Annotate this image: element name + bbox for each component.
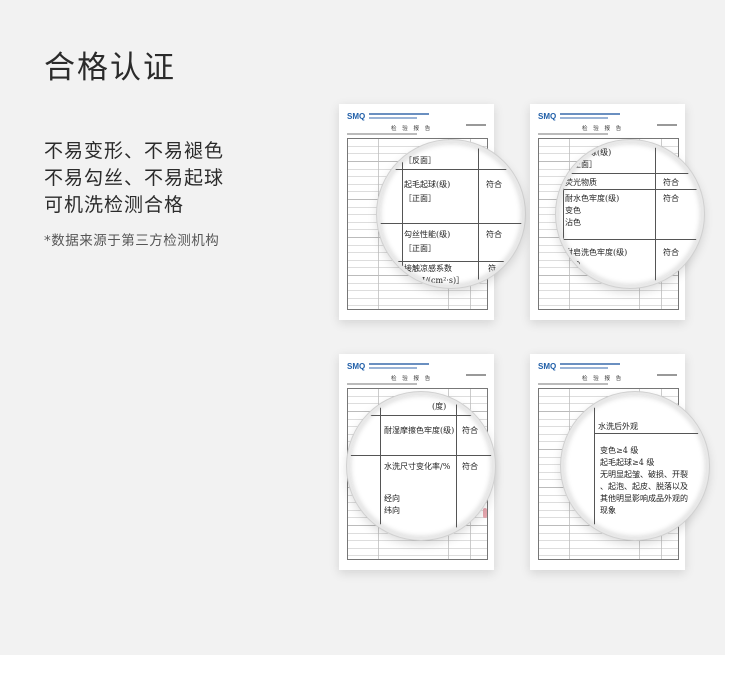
smq-logo: SMQ — [347, 112, 366, 121]
feature-list: 不易变形、不易褪色 不易勾丝、不易起球 可机洗检测合格 — [44, 138, 224, 219]
lens-text: 沾色 — [565, 218, 581, 227]
feature-line: 不易变形、不易褪色 — [44, 140, 225, 162]
lens-text: (度) — [432, 402, 447, 411]
magnifier-lens-2: 起毛起球(级) ［正面］ 荧光物质 符合 耐水色牢度(级) 变色 沾色 符合 耐… — [556, 140, 704, 288]
lens-result: 符合 — [462, 426, 478, 435]
report-header: SMQ — [347, 362, 487, 374]
lens-text: 现象 — [600, 506, 616, 515]
lens-text: 起毛起球(级) — [404, 180, 451, 189]
feature-line: 可机洗检测合格 — [44, 194, 185, 216]
lens-text: 耐皂洗色牢度(级) — [565, 248, 628, 257]
source-note: *数据来源于第三方检测机构 — [44, 233, 220, 249]
lens-text: ［正面］ — [404, 194, 436, 203]
report-title: 检 验 报 告 — [391, 126, 433, 132]
lens-text: 变色 — [565, 206, 581, 215]
lens-text: ［正面］ — [404, 244, 436, 253]
magnifier-lens-3: (度) 耐湿摩擦色牢度(级) 符合 水洗尺寸变化率/% 符合 经向 纬向 — [347, 392, 495, 540]
lens-result: 符合 — [462, 462, 478, 471]
smq-logo: SMQ — [538, 112, 557, 121]
lens-result: 符 — [488, 264, 496, 273]
report-header: SMQ — [538, 362, 678, 374]
lens-text: 无明显起皱、破损、开裂 — [600, 470, 688, 479]
page-title: 合格认证 — [44, 50, 176, 86]
lens-text: 耐水色牢度(级) — [565, 194, 620, 203]
content-panel: 合格认证 不易变形、不易褪色 不易勾丝、不易起球 可机洗检测合格 *数据来源于第… — [0, 0, 725, 655]
lens-text: 变色≥4 级 — [600, 446, 639, 455]
lens-text: ［正面］ — [565, 160, 597, 169]
lens-text: 其他明显影响成品外观的 — [600, 494, 688, 503]
feature-line: 不易勾丝、不易起球 — [44, 167, 225, 189]
lens-text: 变色 — [565, 260, 581, 269]
lens-text: 荧光物质 — [565, 178, 597, 187]
lens-result: 符合 — [663, 178, 679, 187]
lens-result: 符合 — [663, 248, 679, 257]
report-header: SMQ — [347, 112, 487, 124]
lens-text: 水洗后外观 — [598, 422, 638, 431]
report-title: 检 验 报 告 — [582, 376, 624, 382]
lens-result: 符合 — [486, 230, 502, 239]
smq-logo: SMQ — [347, 362, 366, 371]
lens-text: 纬向 — [384, 506, 400, 515]
lens-result: 符合 — [663, 194, 679, 203]
lens-text: 经向 — [384, 494, 400, 503]
report-title: 检 验 报 告 — [391, 376, 433, 382]
lens-text: 接触凉感系数 — [404, 264, 452, 273]
lens-text: J/(cm²·s)］ — [422, 276, 465, 285]
lens-text: 耐湿摩擦色牢度(级) — [384, 426, 455, 435]
lens-text: 起毛起球≥4 级 — [600, 458, 655, 467]
magnifier-lens-4: 水洗后外观 变色≥4 级 起毛起球≥4 级 无明显起皱、破损、开裂 、起泡、起皮… — [561, 392, 709, 540]
lens-text: 勾丝性能(级) — [404, 230, 451, 239]
lens-text: 、起泡、起皮、脱落以及 — [600, 482, 688, 491]
lens-text: 水洗尺寸变化率/% — [384, 462, 451, 471]
report-title: 检 验 报 告 — [582, 126, 624, 132]
lens-text: ［反面］ — [404, 156, 436, 165]
smq-logo: SMQ — [538, 362, 557, 371]
report-header: SMQ — [538, 112, 678, 124]
lens-result: 符合 — [486, 180, 502, 189]
lens-text: 起毛起球(级) — [565, 148, 612, 157]
magnifier-lens-1: ［反面］ 起毛起球(级) ［正面］ 符合 勾丝性能(级) ［正面］ 符合 接触凉… — [377, 140, 525, 288]
